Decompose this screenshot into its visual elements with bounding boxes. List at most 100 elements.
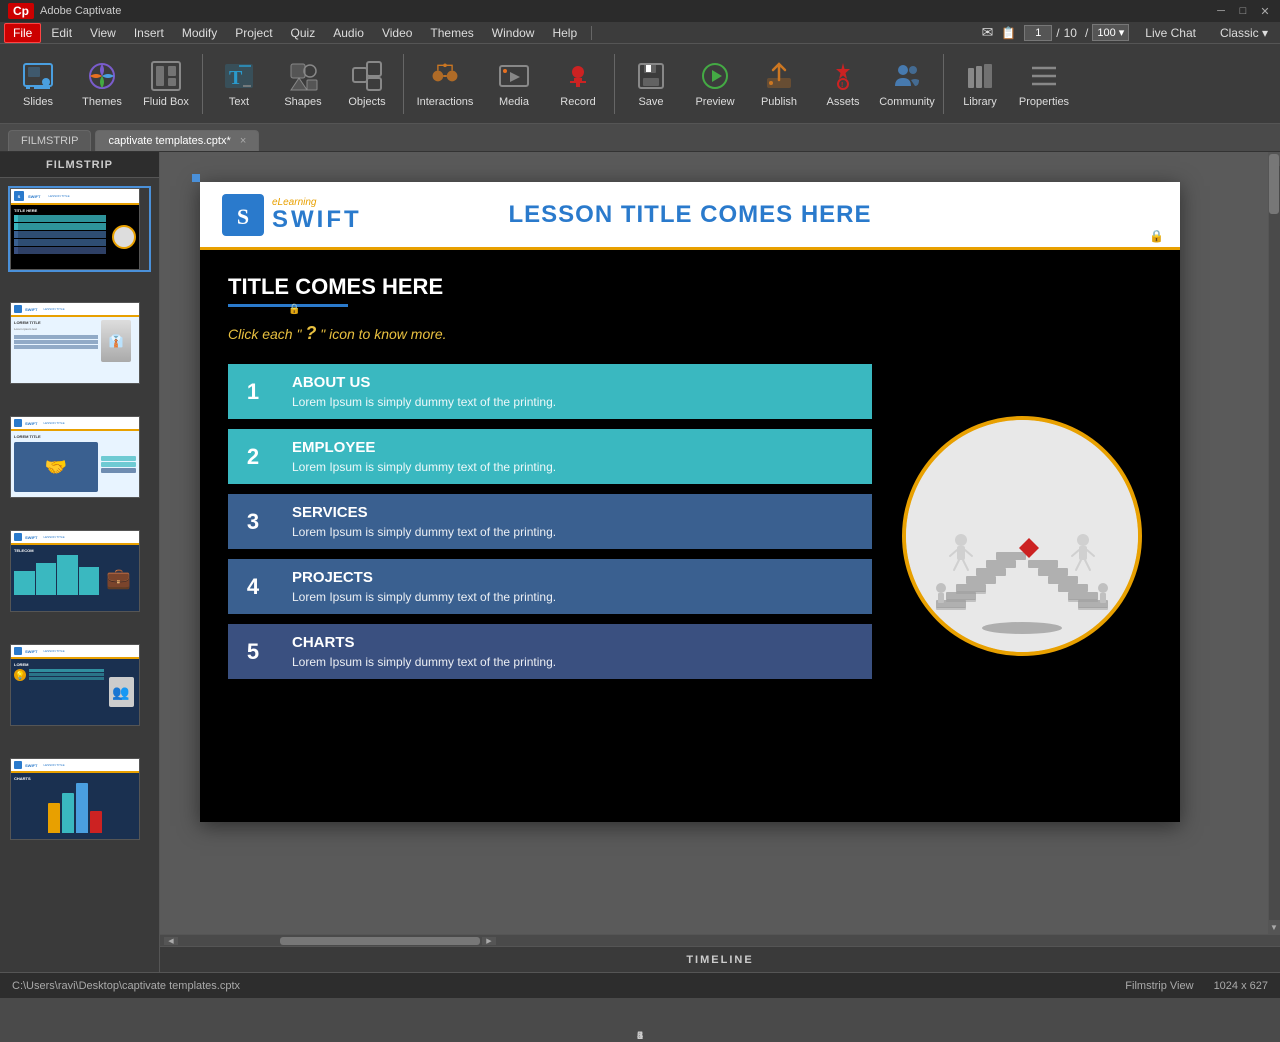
tab-file[interactable]: captivate templates.cptx* × <box>95 130 259 151</box>
filmstrip-panel: FILMSTRIP S SWIFT LESSON TITLE <box>0 152 160 972</box>
minimize-button[interactable]: ─ <box>1214 4 1228 18</box>
slide-6-thumb[interactable]: SWIFT LESSON TITLE CHARTS <box>8 756 151 842</box>
menu-bar: File Edit View Insert Modify Project Qui… <box>0 22 1280 44</box>
preview-icon <box>699 60 731 92</box>
menu-quiz[interactable]: Quiz <box>283 24 324 42</box>
slide-thumb-5[interactable]: SWIFT LESSON TITLE LOREM 💡 <box>8 642 151 728</box>
save-icon <box>635 60 667 92</box>
scrollbar-h-thumb[interactable] <box>280 937 480 945</box>
current-page-input[interactable] <box>1024 25 1052 41</box>
lesson-title: LESSON TITLE COMES HERE <box>508 201 871 229</box>
save-label: Save <box>638 96 663 108</box>
classic-button[interactable]: Classic ▾ <box>1212 24 1276 42</box>
toolbar-properties[interactable]: Properties <box>1014 50 1074 118</box>
slide-subtitle: Click each " ? " icon to know more. <box>228 326 447 342</box>
slide-content-right <box>892 274 1152 798</box>
sep3 <box>614 54 615 114</box>
properties-label: Properties <box>1019 96 1069 108</box>
media-label: Media <box>499 96 529 108</box>
canvas-area[interactable]: S eLearning SWIFT LESSON TITLE COMES <box>160 152 1268 934</box>
status-bar-right: Filmstrip View 1024 x 627 <box>1125 980 1268 992</box>
list-desc-3: Lorem Ipsum is simply dummy text of the … <box>292 525 858 539</box>
scrollbar-down-arrow[interactable]: ▼ <box>1268 920 1280 934</box>
toolbar-preview[interactable]: Preview <box>685 50 745 118</box>
menu-audio[interactable]: Audio <box>325 24 372 42</box>
scrollbar-thumb[interactable] <box>1269 154 1279 214</box>
slide-2-thumb[interactable]: SWIFT LESSON TITLE LOREM TITLE Lorem ips… <box>8 300 151 386</box>
slide-thumb-6[interactable]: SWIFT LESSON TITLE CHARTS <box>8 756 151 842</box>
zoom-select[interactable]: 100 ▾ <box>1092 24 1129 41</box>
list-item-2: 2 EMPLOYEE Lorem Ipsum is simply dummy t… <box>228 429 872 484</box>
menu-project[interactable]: Project <box>227 24 280 42</box>
library-label: Library <box>963 96 997 108</box>
svg-text:T: T <box>229 67 243 89</box>
toolbar-library[interactable]: Library <box>950 50 1010 118</box>
toolbar-record[interactable]: Record <box>548 50 608 118</box>
scrollbar-right-arrow[interactable]: ▶ <box>482 937 496 945</box>
menu-insert[interactable]: Insert <box>126 24 172 42</box>
slide-title: TITLE COMES HERE <box>228 274 872 300</box>
svg-text:!: ! <box>841 82 843 89</box>
fluid-box-icon <box>150 60 182 92</box>
themes-label: Themes <box>82 96 122 108</box>
slide-1-preview: S SWIFT LESSON TITLE TITLE HERE <box>10 188 140 270</box>
toolbar-assets[interactable]: ! Assets <box>813 50 873 118</box>
slide-thumb-4[interactable]: SWIFT LESSON TITLE TELECOM <box>8 528 151 614</box>
canvas-right-scrollbar[interactable]: ▲ ▼ <box>1268 152 1280 934</box>
message-icon[interactable]: ✉ <box>982 24 994 41</box>
toolbar-themes[interactable]: Themes <box>72 50 132 118</box>
community-icon <box>891 60 923 92</box>
tab-close-button[interactable]: × <box>240 135 246 147</box>
slide-thumb-3[interactable]: SWIFT LESSON TITLE LOREM TITLE 🤝 <box>8 414 151 500</box>
resize-handle-tl[interactable] <box>192 174 200 182</box>
close-button[interactable]: ✕ <box>1258 4 1272 18</box>
toolbar-fluid-box[interactable]: Fluid Box <box>136 50 196 118</box>
menu-modify[interactable]: Modify <box>174 24 225 42</box>
list-desc-5: Lorem Ipsum is simply dummy text of the … <box>292 655 858 669</box>
list-num-1: 1 <box>228 364 278 419</box>
tab-file-name: captivate templates.cptx* <box>108 135 230 147</box>
fluid-box-label: Fluid Box <box>143 96 189 108</box>
assets-icon: ! <box>827 60 859 92</box>
toolbar-slides[interactable]: Slides <box>8 50 68 118</box>
shapes-label: Shapes <box>284 96 321 108</box>
list-desc-4: Lorem Ipsum is simply dummy text of the … <box>292 590 858 604</box>
tab-filmstrip[interactable]: FILMSTRIP <box>8 130 91 151</box>
menu-themes[interactable]: Themes <box>422 24 481 42</box>
toolbar-interactions[interactable]: Interactions <box>410 50 480 118</box>
toolbar-shapes[interactable]: Shapes <box>273 50 333 118</box>
toolbar-save[interactable]: Save <box>621 50 681 118</box>
canvas-bottom-scrollbar[interactable]: ◀ ▶ <box>160 934 1280 946</box>
toolbar-community[interactable]: Community <box>877 50 937 118</box>
text-icon: T <box>223 60 255 92</box>
slide-2-preview: SWIFT LESSON TITLE LOREM TITLE Lorem ips… <box>10 302 140 384</box>
toolbar-objects[interactable]: Objects <box>337 50 397 118</box>
library-icon <box>964 60 996 92</box>
menu-window[interactable]: Window <box>484 24 543 42</box>
slide-frame: S eLearning SWIFT LESSON TITLE COMES <box>200 182 1180 822</box>
slide-thumb-1[interactable]: S SWIFT LESSON TITLE TITLE HERE <box>8 186 151 272</box>
slide-4-thumb[interactable]: SWIFT LESSON TITLE TELECOM <box>8 528 151 614</box>
shapes-icon <box>287 60 319 92</box>
menu-help[interactable]: Help <box>544 24 585 42</box>
menu-view[interactable]: View <box>82 24 124 42</box>
menu-video[interactable]: Video <box>374 24 420 42</box>
toolbar-publish[interactable]: Publish <box>749 50 809 118</box>
preview-label: Preview <box>695 96 734 108</box>
slide-subtitle-wrapper: Click each " ? " icon to know more. <box>228 323 872 344</box>
list-title-1: ABOUT US <box>292 374 858 391</box>
slide-5-thumb[interactable]: SWIFT LESSON TITLE LOREM 💡 <box>8 642 151 728</box>
scrollbar-left-arrow[interactable]: ◀ <box>164 937 178 945</box>
toolbar-text[interactable]: T Text <box>209 50 269 118</box>
title-bar-right: ─ □ ✕ <box>1214 4 1272 18</box>
live-chat-button[interactable]: Live Chat <box>1137 24 1204 42</box>
menu-icon2[interactable]: 📋 <box>1001 26 1016 40</box>
menu-edit[interactable]: Edit <box>43 24 80 42</box>
menu-file[interactable]: File <box>4 23 41 43</box>
toolbar-media[interactable]: Media <box>484 50 544 118</box>
app-logo: Cp <box>8 3 34 19</box>
slide-1-thumb[interactable]: S SWIFT LESSON TITLE TITLE HERE <box>8 186 151 272</box>
maximize-button[interactable]: □ <box>1236 4 1250 18</box>
slide-thumb-2[interactable]: SWIFT LESSON TITLE LOREM TITLE Lorem ips… <box>8 300 151 386</box>
slide-3-thumb[interactable]: SWIFT LESSON TITLE LOREM TITLE 🤝 <box>8 414 151 500</box>
